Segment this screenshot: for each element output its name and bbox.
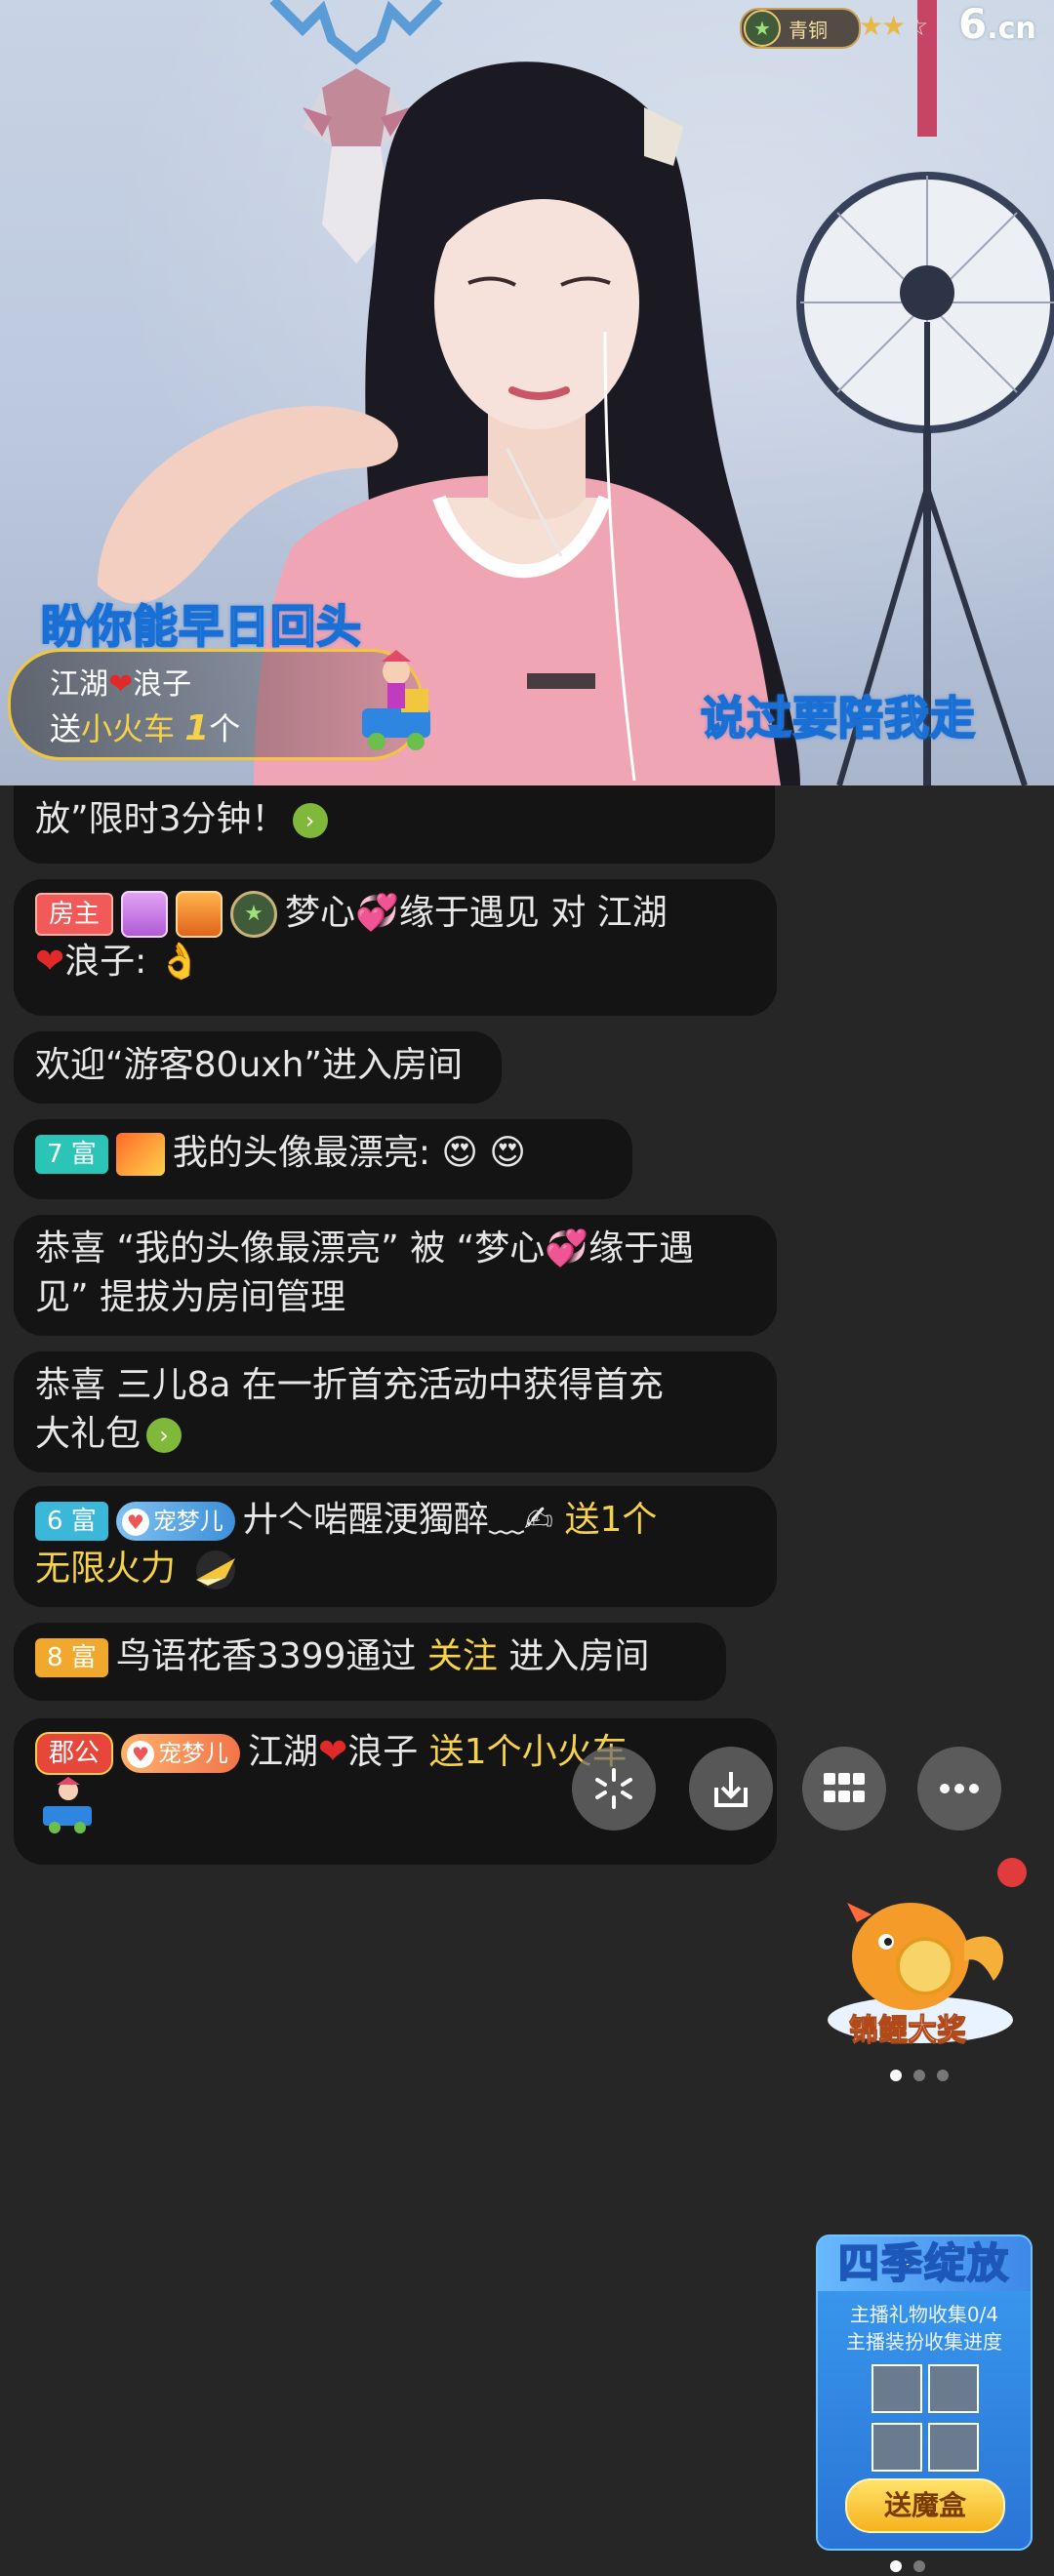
- collection-slot: [928, 2423, 979, 2472]
- level-label: 青铜: [789, 18, 828, 42]
- username[interactable]: 梦心💞缘于遇见: [285, 893, 540, 933]
- shield-badge-icon: [176, 891, 223, 938]
- chat-message: 8 富鸟语花香3399通过 关注 进入房间: [14, 1623, 726, 1701]
- username[interactable]: 我的头像最漂亮:: [173, 1133, 430, 1173]
- chat-message: 房主 ★ 梦心💞缘于遇见 对 江湖 ❤浪子: 👌: [14, 879, 777, 1016]
- gift-description: 送小火车 1个: [50, 708, 241, 748]
- level-stars: ★★☆: [859, 10, 928, 42]
- pet-badge: ♥ 宠梦儿: [115, 1502, 235, 1541]
- star-medal-icon: ★: [230, 891, 278, 938]
- pet-badge: ♥ 宠梦儿: [121, 1734, 241, 1773]
- gift-text: 送1个: [564, 1500, 658, 1540]
- download-button[interactable]: [689, 1747, 773, 1831]
- chat-message: 放”限时3分钟！ ›: [14, 785, 775, 864]
- promo-title: 四季绽放: [818, 2236, 1031, 2291]
- collection-slot: [872, 2423, 922, 2472]
- chevron-right-icon[interactable]: ›: [292, 803, 328, 838]
- noble-tag: 郡公: [35, 1732, 114, 1775]
- live-video[interactable]: ★ 青铜 ★★☆ 6.cn 盼你能早日回头 说过要陪我走 江湖❤浪子 送小火车 …: [0, 0, 1054, 785]
- message-text: 恭喜 “我的头像最漂亮” 被 “梦心💞缘于遇 见” 提拔为房间管理: [35, 1228, 695, 1317]
- username[interactable]: 江湖❤浪子: [248, 1732, 418, 1772]
- message-text: 对: [550, 893, 587, 933]
- promo-info: 主播礼物收集0/4 主播装扮收集进度: [846, 2303, 1002, 2354]
- lyric-line-right: 说过要陪我走: [700, 691, 976, 745]
- viewer-level-badge[interactable]: ★ 青铜: [740, 8, 861, 49]
- follow-text: 关注: [426, 1636, 498, 1676]
- star-outline-icon: ☆: [904, 10, 928, 42]
- host-tag: 房主: [35, 893, 114, 936]
- star-medal-icon: ★: [744, 10, 781, 47]
- chat-message: 恭喜 “我的头像最漂亮” 被 “梦心💞缘于遇 见” 提拔为房间管理: [14, 1215, 777, 1336]
- emoji: 👌: [157, 942, 202, 982]
- chat-message: 欢迎“游客80uxh”进入房间: [14, 1031, 502, 1104]
- koi-prize-label[interactable]: 锦鲤大奖: [849, 2005, 967, 2048]
- effects-button[interactable]: [572, 1747, 656, 1831]
- chat-message: 6 富 ♥ 宠梦儿 廾亽啱醒浭獨醉﹏✍ 送1个无限火力: [14, 1486, 777, 1607]
- grid-icon: [824, 1773, 865, 1802]
- username[interactable]: 廾亽啱醒浭獨醉﹏✍: [243, 1500, 553, 1540]
- promo-page-indicator: [884, 2067, 954, 2085]
- chat-message: 恭喜 三儿8a 在一折首充活动中获得首充 大礼包 ›: [14, 1351, 777, 1472]
- collection-slot: [928, 2364, 979, 2413]
- rich-level-tag: 6 富: [35, 1502, 108, 1541]
- gift-name: 无限火力: [35, 1549, 177, 1589]
- notification-dot: [997, 1858, 1027, 1887]
- gift-notification-banner[interactable]: 江湖❤浪子 送小火车 1个: [8, 649, 430, 760]
- gift-sender: 江湖❤浪子: [50, 667, 192, 702]
- site-logo: 6.cn: [958, 0, 1036, 48]
- toy-train-gift-icon: [362, 650, 430, 750]
- more-button[interactable]: [917, 1747, 1001, 1831]
- firepower-badge-icon: [115, 1133, 165, 1176]
- chat-message: 郡公 ♥ 宠梦儿 江湖❤浪子 送1个小火车: [14, 1718, 777, 1865]
- collection-slot: [872, 2364, 922, 2413]
- rocket-gift-icon: [196, 1550, 236, 1590]
- star-icon: ★: [881, 10, 906, 42]
- chat-panel[interactable]: 放”限时3分钟！ › 房主 ★ 梦心💞缘于遇见 对 江湖 ❤浪子: 👌 欢迎“游客80u…: [0, 785, 1054, 2572]
- heart-icon: ♥: [121, 1509, 149, 1536]
- collection-grid: [869, 2361, 986, 2478]
- message-text: 放”限时3分钟！: [35, 799, 287, 839]
- menu-grid-button[interactable]: [802, 1747, 886, 1831]
- star-icon: ★: [859, 10, 883, 42]
- heart-icon: ♥: [127, 1741, 155, 1768]
- emoji: 😍 😍: [441, 1133, 526, 1173]
- rich-level-tag: 7 富: [35, 1135, 108, 1174]
- more-icon: [940, 1784, 979, 1793]
- chevron-right-icon[interactable]: ›: [146, 1418, 182, 1453]
- rich-level-tag: 8 富: [35, 1638, 108, 1677]
- message-text: 欢迎“游客80uxh”进入房间: [35, 1045, 464, 1085]
- chat-message: 7 富 我的头像最漂亮: 😍 😍: [14, 1119, 632, 1199]
- download-icon: [714, 1772, 748, 1807]
- message-text: 进入房间: [508, 1636, 650, 1676]
- username[interactable]: 鸟语花香3399通过: [116, 1636, 417, 1676]
- send-magic-box-button[interactable]: 送魔盒: [845, 2478, 1005, 2533]
- message-text: 恭喜 三儿8a 在一折首充活动中获得首充 大礼包: [35, 1365, 664, 1454]
- season-bloom-promo[interactable]: 四季绽放 主播礼物收集0/4 主播装扮收集进度 送魔盒: [816, 2234, 1033, 2551]
- promo-page-indicator: [884, 2557, 931, 2576]
- sparkle-icon: [595, 1768, 632, 1809]
- lyric-line-left: 盼你能早日回头: [40, 599, 362, 654]
- toy-train-gift-icon: [43, 1777, 92, 1833]
- guard-badge-icon: [121, 891, 169, 938]
